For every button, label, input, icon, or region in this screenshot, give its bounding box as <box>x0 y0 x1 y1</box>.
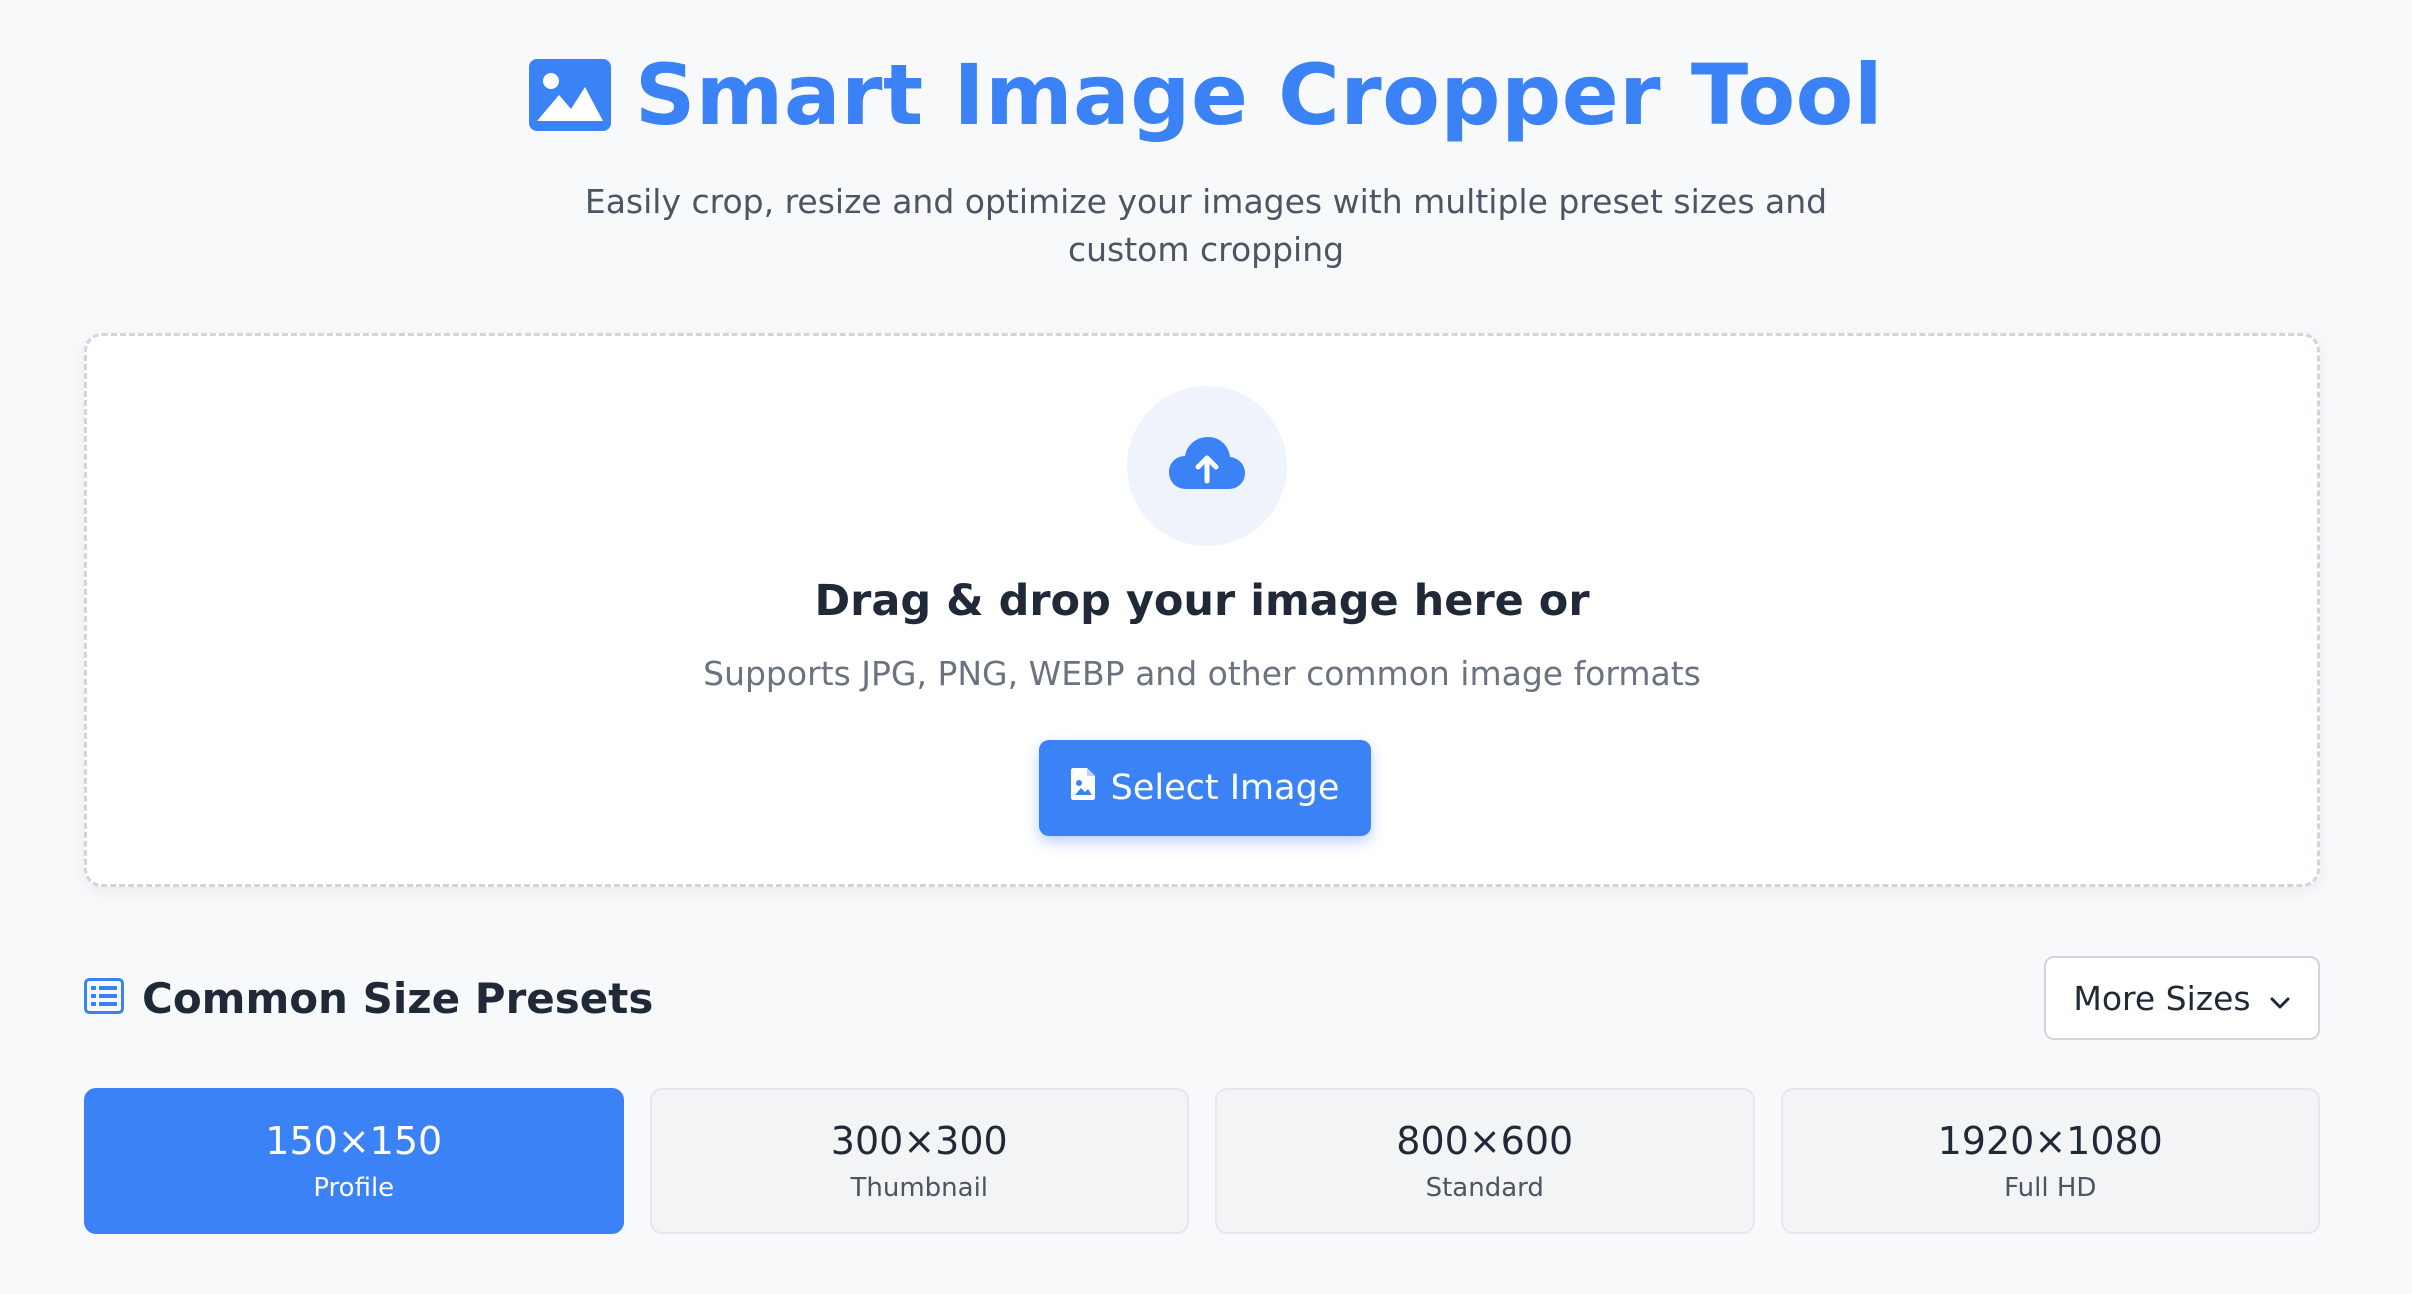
preset-label: Standard <box>1425 1172 1544 1203</box>
presets-title: Common Size Presets <box>142 973 654 1023</box>
cloud-upload-icon <box>1169 437 1245 495</box>
dropzone-subtitle: Supports JPG, PNG, WEBP and other common… <box>703 654 1701 693</box>
page-subtitle: Easily crop, resize and optimize your im… <box>584 182 1828 269</box>
preset-full-hd[interactable]: 1920×1080 Full HD <box>1780 1088 2320 1234</box>
preset-profile[interactable]: 150×150 Profile <box>84 1088 624 1234</box>
select-image-label: Select Image <box>1110 768 1340 808</box>
more-sizes-label: More Sizes <box>2073 978 2251 1018</box>
title-row: Smart Image Cropper Tool <box>0 40 2412 150</box>
preset-label: Full HD <box>2004 1172 2097 1203</box>
presets-header: Common Size Presets More Sizes <box>84 956 2320 1040</box>
page-header: Smart Image Cropper Tool Easily crop, re… <box>0 40 2412 274</box>
presets-title-wrap: Common Size Presets <box>84 956 653 1040</box>
chevron-down-icon <box>2269 979 2291 1018</box>
file-image-icon <box>1070 767 1095 809</box>
image-dropzone[interactable]: Drag & drop your image here or Supports … <box>84 333 2320 887</box>
page-title: Smart Image Cropper Tool <box>634 46 1884 144</box>
preset-size: 150×150 <box>265 1119 443 1164</box>
list-icon <box>84 978 124 1018</box>
preset-standard[interactable]: 800×600 Standard <box>1215 1088 1755 1234</box>
upload-icon-circle <box>1127 386 1287 546</box>
preset-thumbnail[interactable]: 300×300 Thumbnail <box>649 1088 1189 1234</box>
preset-label: Profile <box>313 1172 395 1203</box>
dropzone-title: Drag & drop your image here or <box>814 576 1590 626</box>
more-sizes-button[interactable]: More Sizes <box>2044 956 2320 1040</box>
preset-label: Thumbnail <box>850 1172 989 1203</box>
select-image-button[interactable]: Select Image <box>1039 740 1371 836</box>
presets-grid: 150×150 Profile 300×300 Thumbnail 800×60… <box>84 1088 2320 1234</box>
preset-size: 800×600 <box>1396 1119 1574 1164</box>
preset-size: 300×300 <box>830 1119 1008 1164</box>
image-icon <box>528 59 611 131</box>
preset-size: 1920×1080 <box>1937 1119 2163 1164</box>
